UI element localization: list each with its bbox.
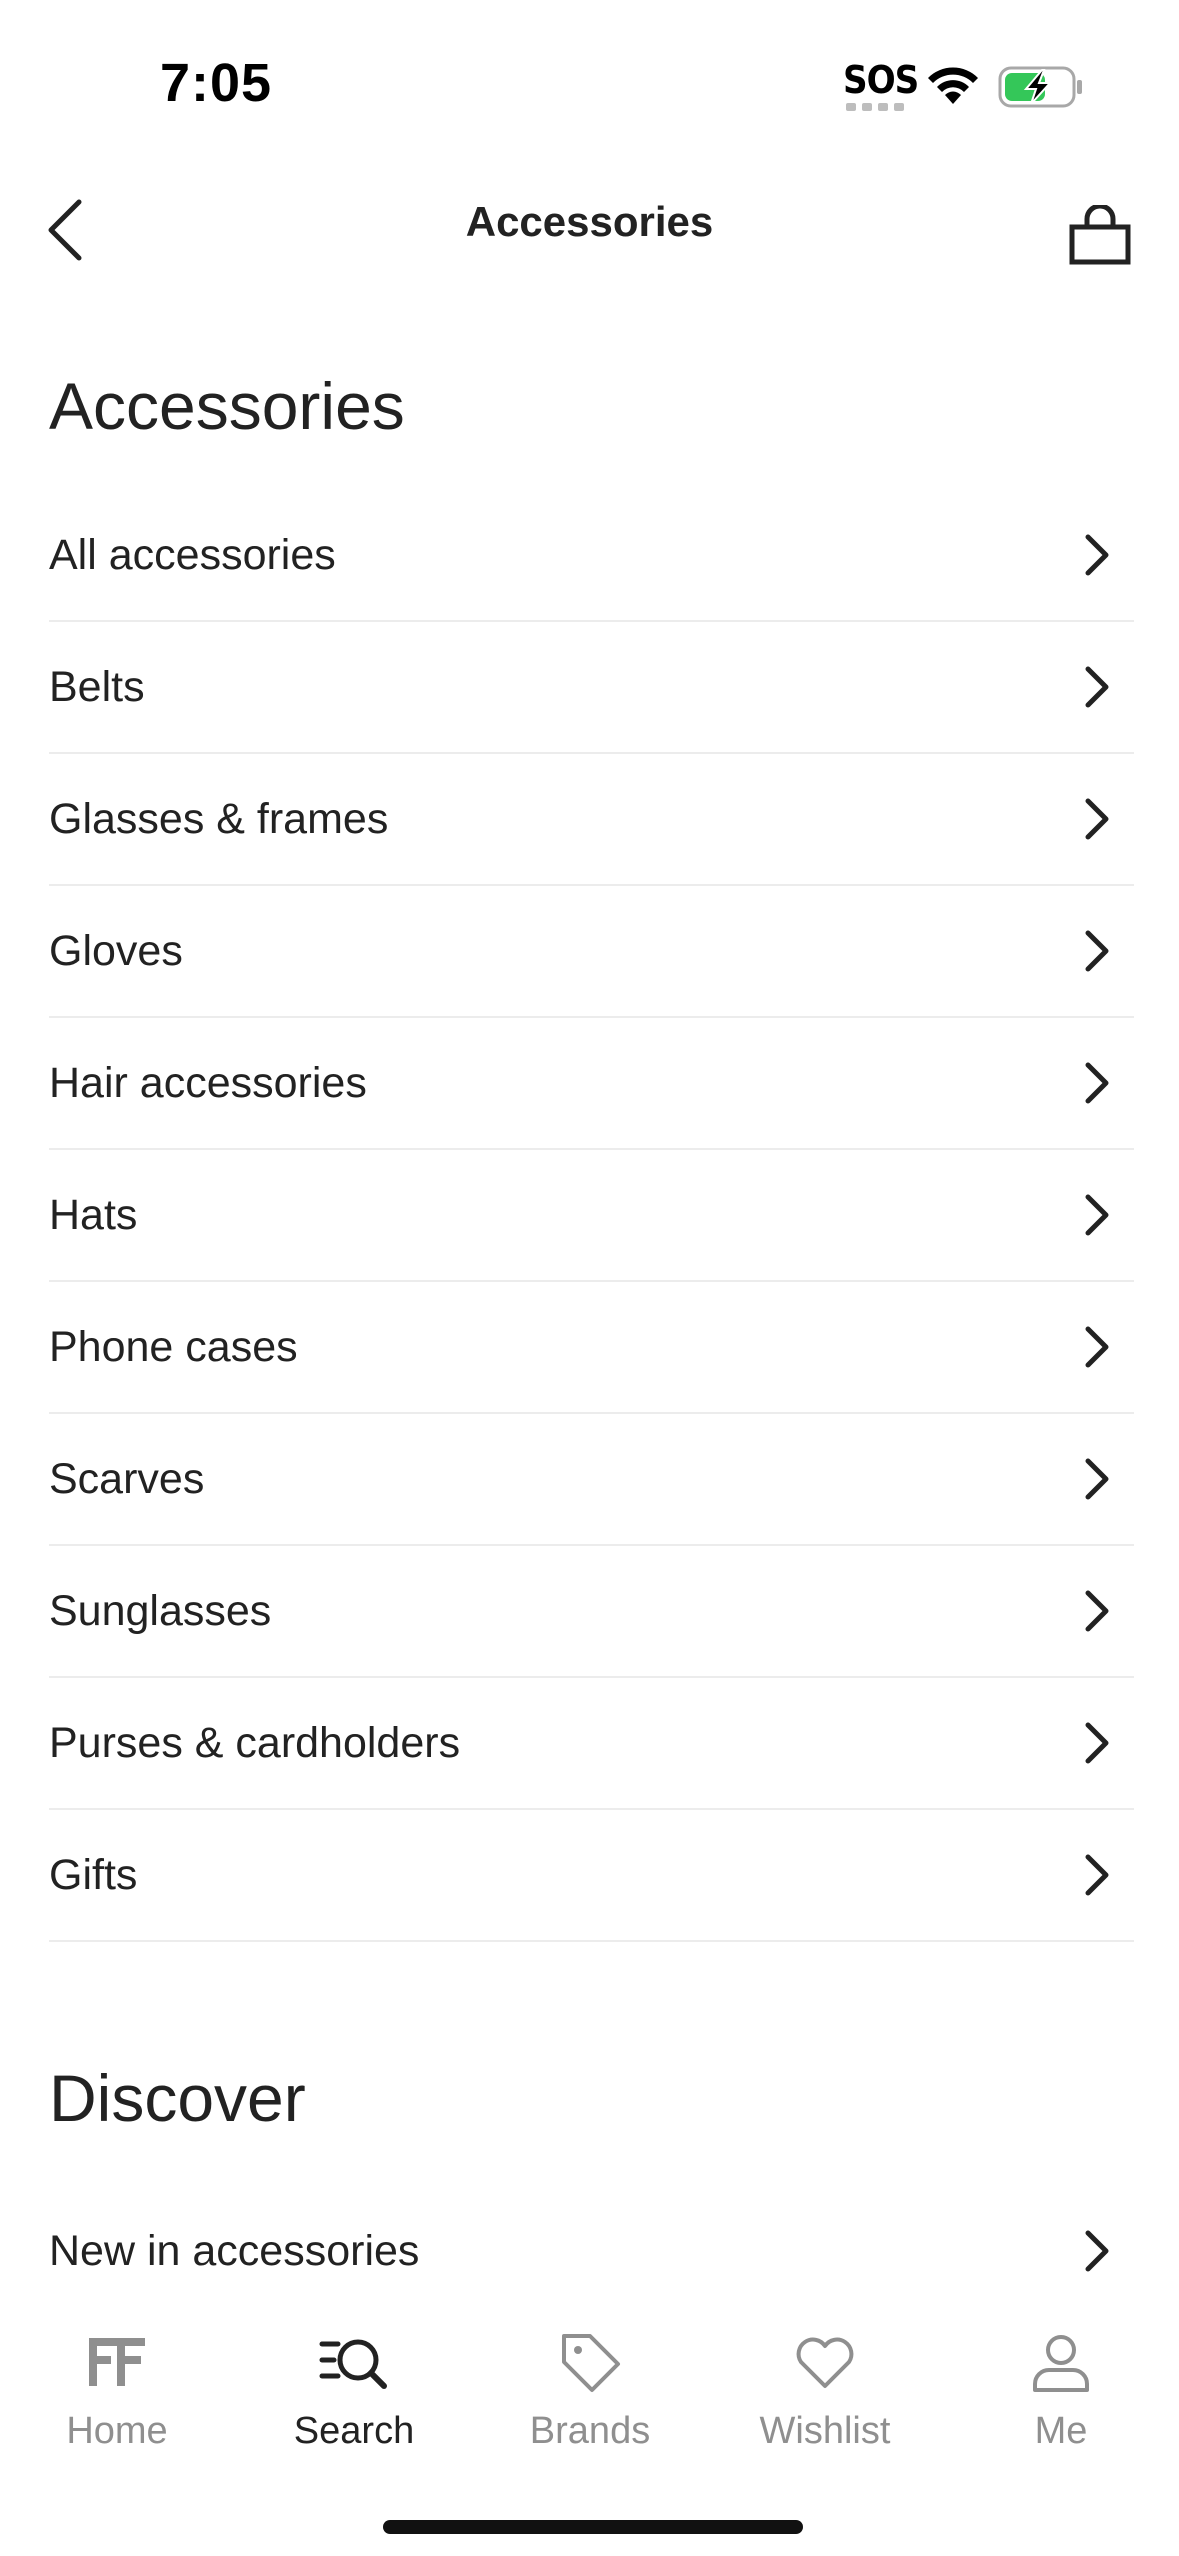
list-item-label: All accessories — [49, 530, 336, 579]
shopping-bag-icon — [1069, 205, 1131, 265]
list-item-label: Sunglasses — [49, 1586, 272, 1635]
chevron-right-icon — [1085, 1458, 1109, 1500]
section-heading-discover: Discover — [49, 2061, 306, 2135]
tab-home[interactable]: Home — [17, 2326, 217, 2453]
discover-list: New in accessories — [49, 2185, 1134, 2317]
list-item-label: Phone cases — [49, 1322, 298, 1371]
list-item-label: Belts — [49, 662, 145, 711]
list-item-label: Hair accessories — [49, 1058, 367, 1107]
status-time: 7:05 — [160, 53, 273, 113]
search-icon — [319, 2339, 387, 2389]
chevron-right-icon — [1085, 1854, 1109, 1896]
list-item-belts[interactable]: Belts — [49, 622, 1134, 754]
list-item-label: Glasses & frames — [49, 794, 389, 843]
tab-label: Me — [1034, 2410, 1088, 2452]
status-bar: 7:05 SOS — [0, 0, 1179, 170]
chevron-right-icon — [1085, 666, 1109, 708]
chevron-right-icon — [1085, 1062, 1109, 1104]
tab-bar: Home Search Brands Wishlist Me — [0, 2306, 1179, 2556]
tab-search[interactable]: Search — [254, 2326, 454, 2453]
chevron-right-icon — [1085, 1194, 1109, 1236]
chevron-right-icon — [1085, 2230, 1109, 2272]
list-item-gloves[interactable]: Gloves — [49, 886, 1134, 1018]
tab-me[interactable]: Me — [961, 2326, 1161, 2453]
list-item-hats[interactable]: Hats — [49, 1150, 1134, 1282]
chevron-right-icon — [1085, 798, 1109, 840]
tab-brands[interactable]: Brands — [490, 2326, 690, 2453]
section-heading-accessories: Accessories — [49, 369, 405, 443]
list-item-purses-cardholders[interactable]: Purses & cardholders — [49, 1678, 1134, 1810]
ff-logo-icon — [89, 2338, 145, 2386]
list-item-sunglasses[interactable]: Sunglasses — [49, 1546, 1134, 1678]
signal-dots-icon — [846, 103, 906, 111]
tab-wishlist[interactable]: Wishlist — [725, 2326, 925, 2453]
tab-label: Wishlist — [759, 2410, 891, 2452]
list-item-all-accessories[interactable]: All accessories — [49, 490, 1134, 622]
chevron-right-icon — [1085, 1326, 1109, 1368]
list-item-phone-cases[interactable]: Phone cases — [49, 1282, 1134, 1414]
list-item-gifts[interactable]: Gifts — [49, 1810, 1134, 1942]
battery-charging-icon — [998, 66, 1082, 108]
sos-indicator: SOS — [843, 58, 919, 102]
tag-icon — [562, 2334, 620, 2392]
chevron-right-icon — [1085, 1590, 1109, 1632]
chevron-right-icon — [1085, 1722, 1109, 1764]
list-item-label: Gifts — [49, 1850, 138, 1899]
list-item-scarves[interactable]: Scarves — [49, 1414, 1134, 1546]
shopping-bag-button[interactable] — [1060, 195, 1140, 275]
list-item-label: Scarves — [49, 1454, 205, 1503]
person-icon — [1033, 2335, 1089, 2392]
navigation-bar: Accessories — [0, 170, 1179, 285]
list-item-hair-accessories[interactable]: Hair accessories — [49, 1018, 1134, 1150]
list-item-label: New in accessories — [49, 2226, 420, 2275]
list-item-label: Hats — [49, 1190, 138, 1239]
home-indicator[interactable] — [383, 2520, 803, 2534]
tab-label: Home — [66, 2410, 168, 2452]
list-item-label: Purses & cardholders — [49, 1718, 461, 1767]
tab-label: Brands — [529, 2410, 651, 2452]
accessories-list: All accessories Belts Glasses & frames G… — [49, 490, 1134, 1942]
heart-icon — [796, 2337, 854, 2388]
list-item-label: Gloves — [49, 926, 183, 975]
page-title: Accessories — [465, 198, 714, 245]
wifi-icon — [928, 67, 978, 104]
tab-label: Search — [293, 2410, 415, 2452]
list-item-glasses-frames[interactable]: Glasses & frames — [49, 754, 1134, 886]
chevron-right-icon — [1085, 930, 1109, 972]
chevron-right-icon — [1085, 534, 1109, 576]
list-item-new-in-accessories[interactable]: New in accessories — [49, 2185, 1134, 2317]
